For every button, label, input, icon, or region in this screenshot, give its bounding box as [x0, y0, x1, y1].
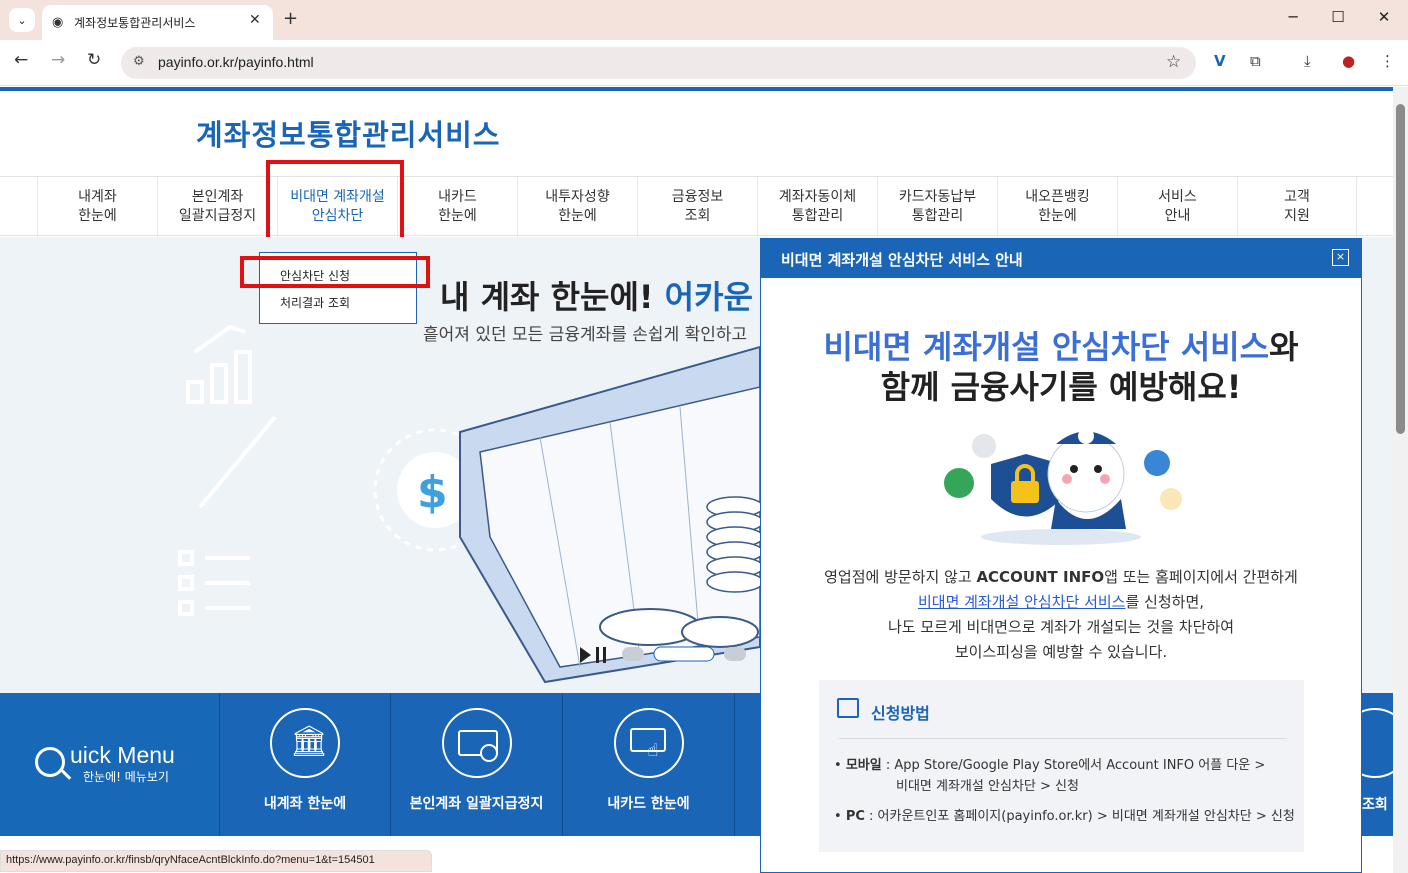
gnb-item-auto-transfer[interactable]: 계좌자동이체 통합관리	[757, 177, 877, 237]
popup-description: 영업점에 방문하지 않고 ACCOUNT INFO앱 또는 홈페이지에서 간편하…	[761, 565, 1361, 665]
url-text[interactable]: payinfo.or.kr/payinfo.html	[158, 54, 314, 70]
apply-method-title: 신청방법	[871, 704, 930, 723]
desc-line2-rest: 를 신청하면,	[1125, 593, 1205, 611]
address-bar[interactable]: ⚙ payinfo.or.kr/payinfo.html ☆	[121, 47, 1196, 79]
submenu-item-result[interactable]: 처리결과 조회	[280, 294, 350, 311]
quick-menu-title: uick Menu	[70, 742, 175, 768]
hero-title: 내 계좌 한눈에! 어카운	[440, 272, 753, 318]
gnb-item-my-accounts[interactable]: 내계좌 한눈에	[37, 177, 157, 237]
apply-method-box: 신청방법 • 모바일 : App Store/Google Play Store…	[819, 680, 1304, 852]
site-logo-title[interactable]: 계좌정보통합관리서비스	[196, 112, 500, 154]
close-icon[interactable]: ✕	[249, 12, 261, 28]
extensions-puzzle-icon[interactable]: ⧉	[1250, 52, 1261, 70]
mobile-label: 모바일	[845, 758, 882, 773]
reload-icon[interactable]: ↻	[87, 50, 101, 70]
highlight-box-submenu	[240, 256, 430, 288]
desc-line1-bold: ACCOUNT INFO	[976, 568, 1105, 586]
quick-item-payment-stop[interactable]: 본인계좌 일괄지급정지	[390, 693, 562, 836]
card-block-icon	[441, 708, 512, 778]
window-close-icon[interactable]: ✕	[1374, 8, 1394, 26]
site-top-line	[0, 87, 1393, 91]
browser-tab[interactable]: ◉ 계좌정보통합관리서비스 ✕	[42, 5, 273, 40]
back-arrow-icon[interactable]: ←	[14, 50, 28, 70]
quick-item-label: 내카드 한눈에	[607, 796, 690, 812]
tab-search-button[interactable]: ⌄	[9, 8, 35, 32]
bank-icon: 🏛	[270, 708, 340, 778]
hero-title-highlight: 어카운	[664, 278, 753, 316]
popup-headline: 비대면 계좌개설 안심차단 서비스와 함께 금융사기를 예방해요!	[761, 327, 1361, 407]
mobile-text-2: 비대면 계좌개설 안심차단 > 신청	[896, 779, 1079, 794]
divider	[839, 738, 1287, 739]
quick-item-my-accounts[interactable]: 🏛 내계좌 한눈에	[219, 693, 390, 836]
search-icon-handle	[60, 769, 72, 780]
popup-close-icon[interactable]: ×	[1332, 249, 1349, 266]
card-hand-icon: ☝	[613, 708, 684, 778]
desc-line1-a: 영업점에 방문하지 않고	[824, 568, 977, 586]
quick-item-my-cards[interactable]: ☝ 내카드 한눈에	[562, 693, 734, 836]
mascot-illustration	[944, 428, 1182, 545]
tab-title: 계좌정보통합관리서비스	[74, 16, 196, 30]
quick-item-label: 내계좌 한눈에	[263, 796, 347, 812]
quick-menu-subtitle: 한눈에! 메뉴보기	[83, 770, 169, 784]
desc-line1-c: 앱 또는 홈페이지에서 간편하게	[1104, 568, 1298, 586]
quick-item-divider	[734, 693, 760, 836]
gnb-item-service-guide[interactable]: 서비스 안내	[1117, 177, 1237, 237]
gnb-item-support[interactable]: 고객 지원	[1237, 177, 1357, 237]
extension-v-icon[interactable]: V	[1214, 52, 1226, 70]
scrollbar-thumb[interactable]	[1396, 104, 1405, 434]
headline-line2: 함께 금융사기를 예방해요!	[880, 368, 1242, 406]
quick-item-partial-label[interactable]: 조회	[1362, 794, 1388, 814]
chevron-down-icon: ⌄	[17, 13, 27, 27]
site-info-icon[interactable]: ⚙	[133, 54, 145, 69]
forward-arrow-icon[interactable]: →	[51, 50, 65, 70]
minimize-icon[interactable]: ─	[1283, 8, 1303, 26]
gnb-item-investment[interactable]: 내투자성향 한눈에	[517, 177, 637, 237]
notice-popup: 비대면 계좌개설 안심차단 서비스 안내 × 비대면 계좌개설 안심차단 서비스…	[760, 238, 1362, 873]
highlight-box-gnb	[266, 160, 404, 244]
gnb-item-payment-stop[interactable]: 본인계좌 일괄지급정지	[157, 177, 277, 237]
menu-kebab-icon[interactable]: ⋮	[1380, 52, 1395, 70]
svg-text:$: $	[417, 467, 448, 518]
desc-line3: 나도 모르게 비대면으로 계좌가 개설되는 것을 차단하여	[887, 618, 1234, 636]
headline-rest: 와	[1269, 328, 1299, 366]
pc-label: PC	[845, 809, 865, 824]
quick-menu-header[interactable]: uick Menu 한눈에! 메뉴보기	[0, 693, 219, 836]
status-bar-url: https://www.payinfo.or.kr/finsb/qryNface…	[0, 850, 432, 872]
method-mobile: • 모바일 : App Store/Google Play Store에서 Ac…	[834, 758, 1266, 794]
globe-icon: ◉	[52, 15, 64, 30]
method-pc: • PC : 어카운트인포 홈페이지(payinfo.or.kr) > 비대면 …	[834, 809, 1295, 824]
service-link[interactable]: 비대면 계좌개설 안심차단 서비스	[918, 593, 1126, 611]
popup-title: 비대면 계좌개설 안심차단 서비스 안내	[781, 251, 1023, 269]
new-tab-button[interactable]: +	[283, 8, 298, 29]
mobile-text: : App Store/Google Play Store에서 Account …	[881, 758, 1266, 773]
gnb-item-card-autopay[interactable]: 카드자동납부 통합관리	[877, 177, 997, 237]
gnb-item-open-banking[interactable]: 내오픈뱅킹 한눈에	[997, 177, 1117, 237]
hero-subtitle: 흩어져 있던 모든 금융계좌를 손쉽게 확인하고	[423, 325, 748, 345]
pc-text: : 어카운트인포 홈페이지(payinfo.or.kr) > 비대면 계좌개설 …	[864, 809, 1295, 824]
gnb-item-financial-info[interactable]: 금융정보 조회	[637, 177, 757, 237]
popup-header: 비대면 계좌개설 안심차단 서비스 안내 ×	[761, 239, 1361, 278]
bookmark-star-icon[interactable]: ☆	[1166, 52, 1181, 72]
download-icon[interactable]: ⤓	[1304, 52, 1311, 70]
headline-highlight: 비대면 계좌개설 안심차단 서비스	[823, 328, 1270, 366]
maximize-icon[interactable]: ☐	[1328, 8, 1348, 26]
profile-avatar-icon[interactable]: ●	[1342, 52, 1355, 70]
search-icon	[35, 747, 65, 777]
gnb-item-my-cards[interactable]: 내카드 한눈에	[397, 177, 517, 237]
document-lock-icon	[837, 698, 859, 718]
hero-title-main: 내 계좌 한눈에!	[440, 278, 665, 316]
global-navigation: 내계좌 한눈에 본인계좌 일괄지급정지 비대면 계좌개설 안심차단 내카드 한눈…	[0, 176, 1393, 237]
quick-item-label: 본인계좌 일괄지급정지	[409, 796, 544, 812]
desc-line4: 보이스피싱을 예방할 수 있습니다.	[954, 643, 1168, 661]
